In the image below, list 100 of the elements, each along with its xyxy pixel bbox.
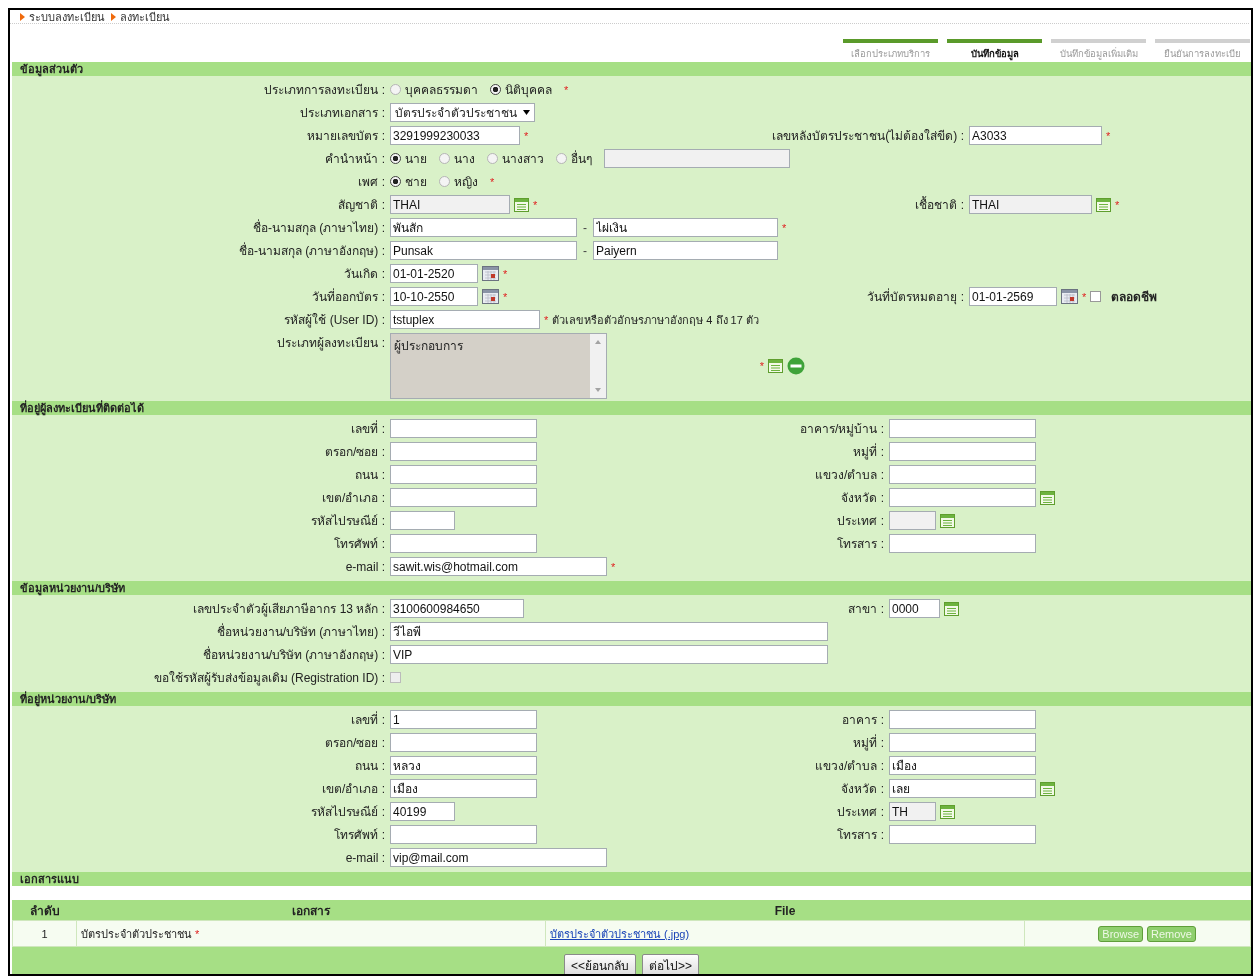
field-label: รหัสไปรษณีย์ : xyxy=(310,804,385,821)
text-field[interactable]: 01-01-2520 xyxy=(390,264,478,283)
field-label: เพศ : xyxy=(357,174,385,191)
section-header: ที่อยู่หน่วยงาน/บริษัท xyxy=(12,692,1251,706)
text-field[interactable]: TH xyxy=(889,802,936,821)
list-icon[interactable] xyxy=(940,513,955,528)
text-field[interactable]: tstuplex xyxy=(390,310,540,329)
text-field[interactable]: เมือง xyxy=(889,756,1036,775)
field-label: ประเภทเอกสาร : xyxy=(299,105,385,122)
text-field[interactable]: 1 xyxy=(390,710,537,729)
calendar-icon[interactable] xyxy=(482,266,499,281)
list-icon[interactable] xyxy=(1040,781,1055,796)
field-label: วันเกิด : xyxy=(343,266,385,283)
text-field[interactable]: Punsak xyxy=(390,241,577,260)
required-mark: * xyxy=(533,198,538,211)
text-field[interactable] xyxy=(889,488,1036,507)
text-field[interactable]: THAI xyxy=(390,195,510,214)
calendar-icon[interactable] xyxy=(1061,289,1078,304)
required-mark: * xyxy=(782,221,787,234)
text-field[interactable]: 10-10-2550 xyxy=(390,287,478,306)
text-field[interactable] xyxy=(390,442,537,461)
radio-option[interactable]: นิติบุคคล xyxy=(490,80,552,99)
table-cell: บัตรประจำตัวประชาชน xyxy=(81,927,192,940)
checkbox[interactable]: ตลอดชีพ xyxy=(1090,287,1158,306)
text-field[interactable]: เมือง xyxy=(390,779,537,798)
file-link[interactable]: บัตรประจำตัวประชาชน (.jpg) xyxy=(550,927,690,940)
field-label: ถนน : xyxy=(354,758,385,775)
text-field[interactable] xyxy=(889,465,1036,484)
select-field[interactable]: บัตรประจำตัวประชาชน xyxy=(390,103,535,122)
text-field[interactable] xyxy=(889,534,1036,553)
list-item[interactable]: ผู้ประกอบการ xyxy=(391,334,466,357)
text-field[interactable]: วีไอพี xyxy=(390,622,828,641)
text-field[interactable]: VIP xyxy=(390,645,828,664)
text-field[interactable]: เลย xyxy=(889,779,1036,798)
list-icon[interactable] xyxy=(1040,490,1055,505)
nav-button[interactable]: <<ย้อนกลับ xyxy=(564,954,636,974)
scrollbar[interactable] xyxy=(590,334,606,398)
breadcrumb-link[interactable]: ระบบลงทะเบียน xyxy=(29,10,105,23)
breadcrumb-link[interactable]: ลงทะเบียน xyxy=(120,10,170,23)
text-field[interactable]: sawit.wis@hotmail.com xyxy=(390,557,607,576)
radio-option[interactable]: นาง xyxy=(439,149,475,168)
text-field[interactable]: A3033 xyxy=(969,126,1102,145)
required-mark: * xyxy=(503,290,508,303)
text-field[interactable] xyxy=(889,733,1036,752)
text-field[interactable] xyxy=(390,465,537,484)
radio-option[interactable]: นางสาว xyxy=(487,149,544,168)
text-field[interactable]: หลวง xyxy=(390,756,537,775)
field-label: อาคาร/หมู่บ้าน : xyxy=(800,421,884,438)
required-mark: * xyxy=(1106,129,1111,142)
minus-icon[interactable] xyxy=(787,357,805,375)
list-icon[interactable] xyxy=(768,359,783,373)
list-icon[interactable] xyxy=(940,804,955,819)
text-field[interactable]: 3100600984650 xyxy=(390,599,524,618)
text-field[interactable] xyxy=(390,733,537,752)
text-field[interactable] xyxy=(390,825,537,844)
text-field[interactable] xyxy=(889,442,1036,461)
radio-option[interactable]: หญิง xyxy=(439,172,478,191)
text-field[interactable] xyxy=(390,419,537,438)
text-field[interactable] xyxy=(390,488,537,507)
field-label: โทรสาร : xyxy=(837,827,884,844)
list-icon[interactable] xyxy=(1096,197,1111,212)
field-label: ประเทศ : xyxy=(837,804,884,821)
list-icon[interactable] xyxy=(514,197,529,212)
field-label: แขวง/ตำบล : xyxy=(815,758,884,775)
field-label: รหัสไปรษณีย์ : xyxy=(310,513,385,530)
list-box[interactable]: ผู้ประกอบการ xyxy=(390,333,607,399)
field-label: เลขที่ : xyxy=(350,710,385,729)
field-label: จังหวัด : xyxy=(841,781,884,798)
text-field[interactable]: ไผ่เงิน xyxy=(593,218,778,237)
text-field[interactable]: 0000 xyxy=(889,599,940,618)
text-field[interactable] xyxy=(889,825,1036,844)
text-field[interactable]: 3291999230033 xyxy=(390,126,520,145)
text-field[interactable] xyxy=(604,149,790,168)
field-label: วันที่ออกบัตร : xyxy=(311,287,385,306)
text-field[interactable] xyxy=(889,511,936,530)
text-field[interactable]: Paiyern xyxy=(593,241,778,260)
required-mark: * xyxy=(1115,198,1120,211)
radio-option[interactable]: นาย xyxy=(390,149,427,168)
nav-button[interactable]: ต่อไป>> xyxy=(642,954,699,974)
radio-option[interactable]: ชาย xyxy=(390,172,427,191)
triangle-icon xyxy=(111,12,116,21)
calendar-icon[interactable] xyxy=(482,289,499,304)
text-field[interactable]: vip@mail.com xyxy=(390,848,607,867)
text-field[interactable]: 40199 xyxy=(390,802,455,821)
text-field[interactable]: 01-01-2569 xyxy=(969,287,1057,306)
separator-dash: - xyxy=(583,220,587,235)
required-mark: * xyxy=(759,360,764,372)
list-icon[interactable] xyxy=(944,601,959,616)
field-label: โทรศัพท์ : xyxy=(333,536,385,553)
text-field[interactable] xyxy=(390,511,455,530)
radio-option[interactable]: บุคคลธรรมดา xyxy=(390,80,478,99)
field-label: หมู่ที่ : xyxy=(853,442,884,461)
text-field[interactable] xyxy=(390,534,537,553)
radio-option[interactable]: อื่นๆ xyxy=(556,149,592,168)
text-field[interactable] xyxy=(889,419,1036,438)
text-field[interactable]: THAI xyxy=(969,195,1092,214)
text-field[interactable]: พันสัก xyxy=(390,218,577,237)
field-label: ประเภทการลงทะเบียน : xyxy=(263,82,385,99)
text-field[interactable] xyxy=(889,710,1036,729)
section-header: ข้อมูลส่วนตัว xyxy=(12,62,1251,76)
